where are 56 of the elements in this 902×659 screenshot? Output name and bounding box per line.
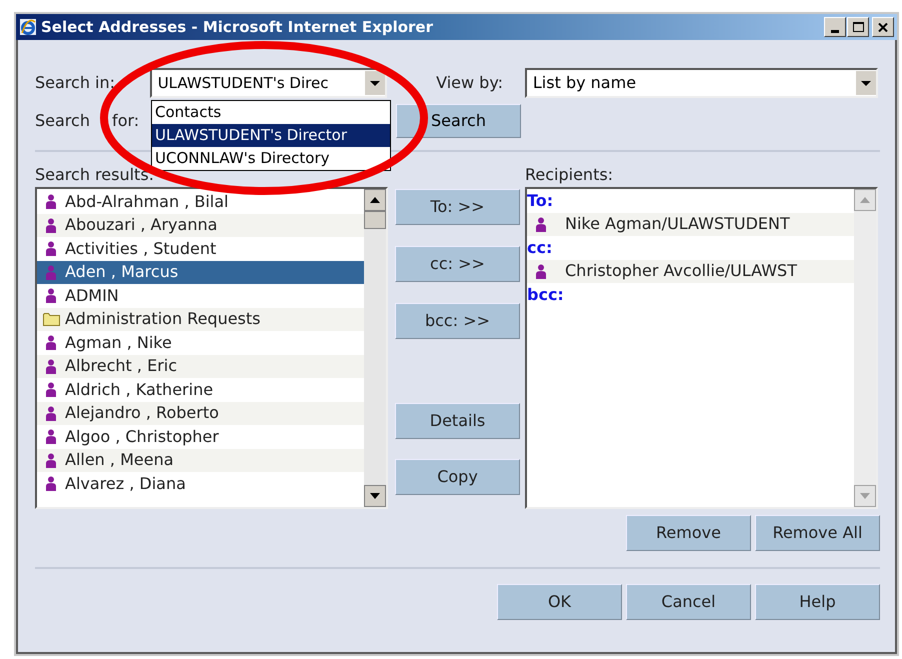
recipient-row[interactable]: Nike Agman/ULAWSTUDENT [527,212,854,236]
dialog-button[interactable]: OK [497,584,622,620]
search-in-label: Search in: [35,72,116,94]
person-icon [45,452,57,468]
minimize-icon [831,30,839,33]
search-in-dropdown[interactable]: ULAWSTUDENT's Direc [150,68,388,98]
search-button[interactable]: Search [396,104,521,138]
recipients-label: Recipients: [525,165,614,185]
person-icon [45,194,57,210]
close-icon [878,22,888,32]
person-icon [45,218,57,233]
result-row[interactable]: Aden , Marcus [37,260,364,284]
result-row[interactable]: Alejandro , Roberto [37,402,364,425]
view-by-dropdown[interactable]: List by name [524,68,878,98]
person-icon [45,335,57,350]
dialog-button[interactable]: Help [755,584,880,620]
action-button[interactable]: Copy [395,459,520,495]
recipient-heading: To: [527,190,554,212]
add-recipient-button[interactable]: bcc: >> [395,303,520,339]
scroll-thumb[interactable] [364,211,386,229]
result-row[interactable]: Allen , Meena [37,448,364,472]
remove-button[interactable]: Remove [626,515,751,551]
person-icon [45,476,57,492]
person-icon [535,264,547,279]
result-row[interactable]: Albrecht , Eric [37,354,364,378]
recipient-heading: bcc: [527,284,564,306]
search-for-label: Search for: [35,110,140,132]
person-icon [45,264,57,280]
add-recipient-button[interactable]: cc: >> [395,246,520,282]
scroll-up-icon[interactable] [364,189,386,211]
dropdown-option[interactable]: ULAWSTUDENT's Director [152,124,390,147]
view-by-label: View by: [436,72,504,94]
close-button[interactable] [872,17,894,37]
add-recipient-button[interactable]: To: >> [395,189,520,225]
person-icon [45,429,57,444]
maximize-button[interactable] [847,17,869,37]
dialog-button[interactable]: Cancel [626,584,751,620]
browser-icon [19,18,37,36]
recipient-heading: cc: [527,237,552,259]
scroll-down-icon[interactable] [364,485,386,507]
window-title: Select Addresses - Microsoft Internet Explorer [41,16,433,38]
remove-button[interactable]: Remove All [755,515,880,551]
person-icon [45,288,57,304]
folder-icon [42,312,60,326]
recipient-row[interactable]: Christopher Avcollie/ULAWST [527,260,854,283]
person-icon [45,358,57,374]
person-icon [45,382,57,398]
result-row[interactable]: Administration Requests [37,308,364,331]
scrollbar[interactable] [364,189,386,507]
minimize-button[interactable] [824,17,846,37]
maximize-icon [852,22,864,32]
person-icon [45,406,57,421]
person-icon [535,216,547,232]
result-row[interactable]: Abouzari , Aryanna [37,214,364,237]
action-button[interactable]: Details [395,403,520,439]
person-icon [45,241,57,256]
